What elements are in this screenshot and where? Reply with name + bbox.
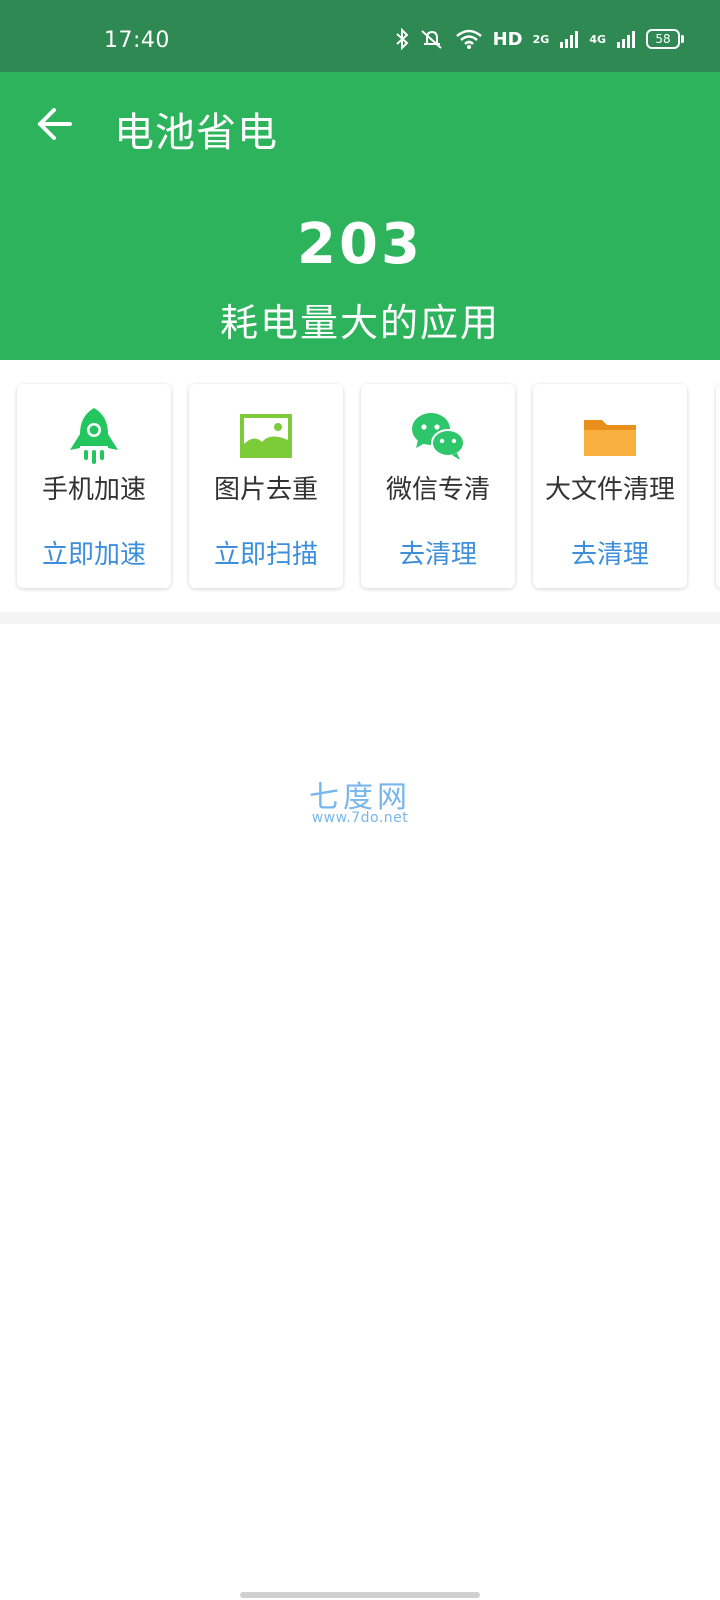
tool-card-large-file-clean[interactable]: 大文件清理 去清理 — [533, 384, 687, 588]
wechat-icon — [412, 413, 465, 460]
network-hd-label: HD — [492, 28, 523, 50]
header: 电池省电 203 耗电量大的应用 — [0, 72, 720, 360]
watermark-url: www.7do.net — [311, 810, 409, 826]
back-arrow-icon — [38, 108, 72, 140]
tools-strip[interactable]: 手机加速 立即加速 图片去重 立即扫描 微信专清 去清理 大文件清理 去清理 — [0, 360, 720, 612]
bluetooth-icon — [395, 28, 409, 50]
section-divider — [0, 612, 720, 624]
tool-name: 手机加速 — [41, 475, 146, 505]
rocket-icon — [70, 408, 118, 464]
wifi-icon — [455, 29, 482, 49]
status-time: 17:40 — [104, 28, 170, 53]
signal-icon — [617, 31, 635, 48]
app-count: 203 — [297, 212, 423, 277]
tool-action-link[interactable]: 去清理 — [361, 534, 515, 571]
tool-card-wechat-clean[interactable]: 微信专清 去清理 — [361, 384, 515, 588]
folder-icon — [584, 420, 636, 456]
tool-action-link[interactable]: 立即扫描 — [189, 534, 343, 571]
tool-name: 图片去重 — [213, 475, 318, 505]
page-title: 电池省电 — [114, 110, 278, 156]
tool-card-partial[interactable] — [716, 384, 720, 588]
network-2g-label: 2G — [532, 32, 550, 46]
status-icons: HD 2G 4G 58 — [395, 26, 684, 52]
tool-card-image-dedup[interactable]: 图片去重 立即扫描 — [189, 384, 343, 588]
tool-card-phone-boost[interactable]: 手机加速 立即加速 — [17, 384, 171, 588]
tool-name: 大文件清理 — [544, 475, 675, 505]
home-indicator[interactable] — [240, 1592, 480, 1598]
tool-action-link[interactable]: 去清理 — [533, 534, 687, 571]
mute-icon — [420, 30, 442, 49]
tool-action-link[interactable]: 立即加速 — [17, 534, 171, 571]
battery-icon: 58 — [646, 29, 684, 49]
app-count-label: 耗电量大的应用 — [219, 301, 500, 345]
back-button[interactable] — [34, 102, 78, 146]
signal-icon — [560, 31, 579, 48]
status-bar: 17:40 HD 2G 4G 58 — [0, 0, 720, 72]
tool-name: 微信专清 — [385, 475, 490, 505]
image-icon — [240, 414, 292, 458]
network-4g-label: 4G — [589, 32, 606, 46]
